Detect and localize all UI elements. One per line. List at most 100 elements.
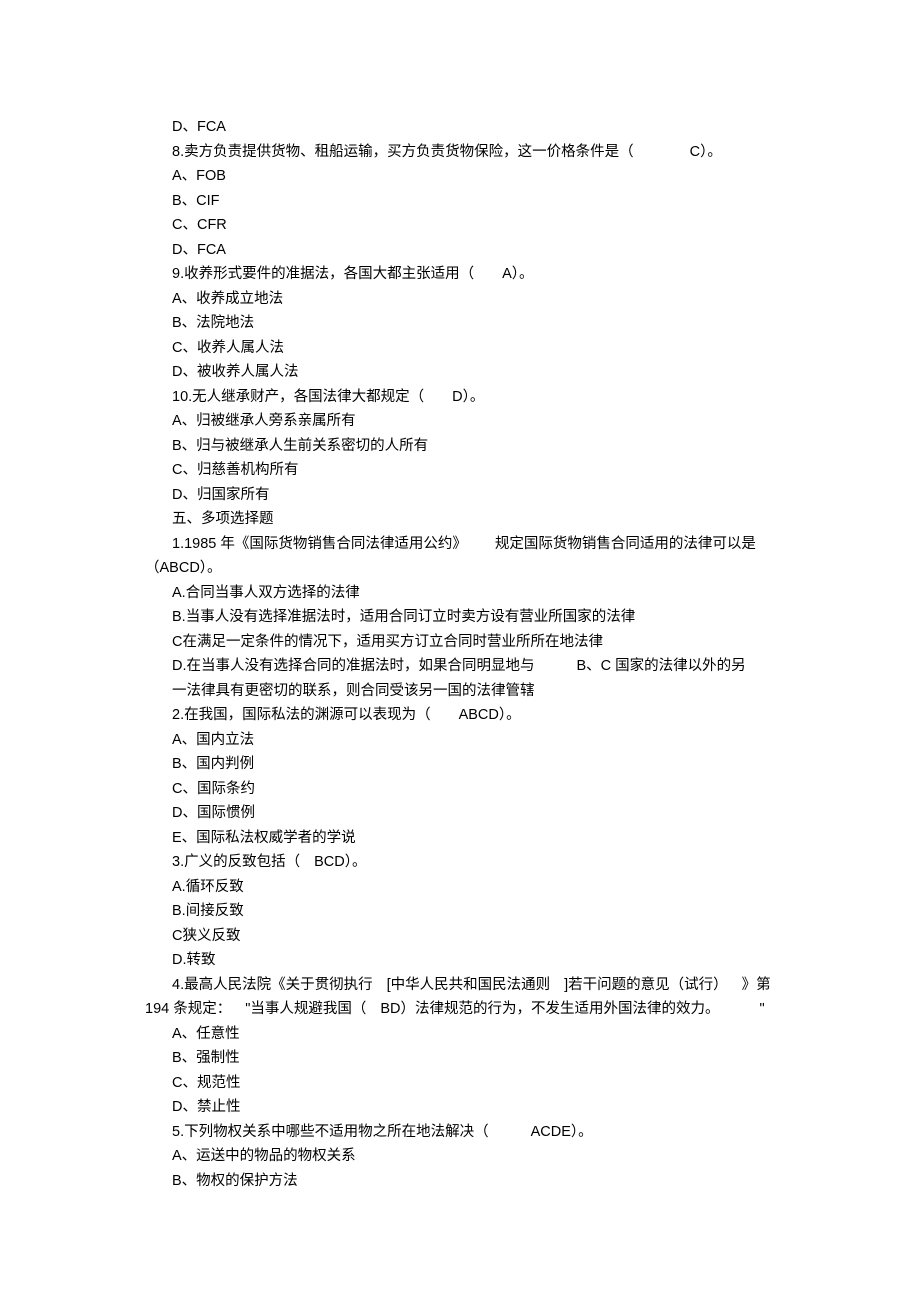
- text-segment: ]若干问题的意见（试行）: [564, 977, 728, 993]
- text-line: A.合同当事人双方选择的法律: [0, 581, 920, 606]
- text-line: B、CIF: [0, 189, 920, 214]
- text-segment: 4.最高人民法院《关于贯彻执行: [172, 977, 373, 993]
- text-line: C、规范性: [0, 1071, 920, 1096]
- text-segment: B、物权的保护方法: [172, 1173, 298, 1189]
- text-segment: 1.1985 年《国际货物销售合同法律适用公约》: [172, 536, 467, 552]
- text-line: C狭义反致: [0, 924, 920, 949]
- text-segment: "当事人规避我国（: [245, 1001, 366, 1017]
- text-segment: 5.下列物权关系中哪些不适用物之所在地法解决（: [172, 1124, 489, 1140]
- text-segment: B.间接反致: [172, 903, 244, 919]
- text-segment: D、禁止性: [172, 1099, 240, 1115]
- text-line: C、归慈善机构所有: [0, 458, 920, 483]
- text-segment: D、归国家所有: [172, 487, 269, 503]
- text-segment: C、CFR: [172, 217, 227, 233]
- text-segment: B.当事人没有选择准据法时，适用合同订立时卖方设有营业所国家的法律: [172, 609, 635, 625]
- text-line: C、CFR: [0, 213, 920, 238]
- text-segment: ": [760, 1001, 765, 1017]
- text-line: 194 条规定： "当事人规避我国（ BD）法律规范的行为，不发生适用外国法律的效力…: [0, 997, 920, 1022]
- text-segment: D、国际惯例: [172, 805, 255, 821]
- text-line: D、国际惯例: [0, 801, 920, 826]
- text-segment: B、C 国家的法律以外的另: [577, 658, 746, 674]
- text-line: C、国际条约: [0, 777, 920, 802]
- text-line: A、收养成立地法: [0, 287, 920, 312]
- text-line: （ABCD）。: [0, 556, 920, 581]
- text-segment: 一法律具有更密切的联系，则合同受该另一国的法律管辖: [172, 683, 535, 699]
- text-line: A.循环反致: [0, 875, 920, 900]
- text-line: A、归被继承人旁系亲属所有: [0, 409, 920, 434]
- text-segment: C、国际条约: [172, 781, 255, 797]
- text-segment: A、收养成立地法: [172, 291, 283, 307]
- text-line: A、运送中的物品的物权关系: [0, 1144, 920, 1169]
- text-segment: D.在当事人没有选择合同的准据法时，如果合同明显地与: [172, 658, 535, 674]
- text-segment: A、运送中的物品的物权关系: [172, 1148, 356, 1164]
- text-segment: E、国际私法权威学者的学说: [172, 830, 356, 846]
- text-segment: 194 条规定：: [145, 1001, 231, 1017]
- text-line: B、物权的保护方法: [0, 1169, 920, 1194]
- text-segment: 》第: [742, 977, 771, 993]
- text-segment: C、规范性: [172, 1075, 240, 1091]
- text-line: C、收养人属人法: [0, 336, 920, 361]
- text-segment: D.转致: [172, 952, 216, 968]
- text-segment: 规定国际货物销售合同适用的法律可以是: [495, 536, 756, 552]
- text-segment: C）。: [690, 144, 722, 160]
- text-line: 一法律具有更密切的联系，则合同受该另一国的法律管辖: [0, 679, 920, 704]
- text-segment: 8.卖方负责提供货物、租船运输，买方负责货物保险，这一价格条件是（: [172, 144, 634, 160]
- text-segment: D、被收养人属人法: [172, 364, 298, 380]
- text-line: 1.1985 年《国际货物销售合同法律适用公约》 规定国际货物销售合同适用的法律可…: [0, 532, 920, 557]
- text-segment: A、国内立法: [172, 732, 254, 748]
- text-line: A、任意性: [0, 1022, 920, 1047]
- text-segment: 10.无人继承财产，各国法律大都规定（: [172, 389, 424, 405]
- text-line: 2.在我国，国际私法的渊源可以表现为（ ABCD）。: [0, 703, 920, 728]
- text-segment: ACDE）。: [531, 1124, 593, 1140]
- text-line: B、国内判例: [0, 752, 920, 777]
- text-line: 4.最高人民法院《关于贯彻执行 [中华人民共和国民法通则 ]若干问题的意见（试行） 》…: [0, 973, 920, 998]
- text-segment: C在满足一定条件的情况下，适用买方订立合同时营业所所在地法律: [172, 634, 603, 650]
- text-line: A、FOB: [0, 164, 920, 189]
- text-line: B.间接反致: [0, 899, 920, 924]
- text-segment: A、归被继承人旁系亲属所有: [172, 413, 356, 429]
- text-line: D、被收养人属人法: [0, 360, 920, 385]
- text-segment: C、收养人属人法: [172, 340, 284, 356]
- text-line: E、国际私法权威学者的学说: [0, 826, 920, 851]
- text-line: B.当事人没有选择准据法时，适用合同订立时卖方设有营业所国家的法律: [0, 605, 920, 630]
- text-line: B、强制性: [0, 1046, 920, 1071]
- text-segment: A）。: [502, 266, 533, 282]
- text-segment: A、任意性: [172, 1026, 240, 1042]
- text-segment: A.循环反致: [172, 879, 244, 895]
- text-segment: B、法院地法: [172, 315, 254, 331]
- text-segment: 3.广义的反致包括（: [172, 854, 300, 870]
- text-segment: C狭义反致: [172, 928, 240, 944]
- text-segment: A.合同当事人双方选择的法律: [172, 585, 360, 601]
- text-segment: D、FCA: [172, 242, 226, 258]
- text-segment: D、FCA: [172, 119, 226, 135]
- text-segment: D）。: [452, 389, 484, 405]
- text-segment: [中华人民共和国民法通则: [387, 977, 551, 993]
- text-segment: B、CIF: [172, 193, 220, 209]
- text-segment: 9.收养形式要件的准据法，各国大都主张适用（: [172, 266, 474, 282]
- text-line: D、FCA: [0, 115, 920, 140]
- text-segment: BD）法律规范的行为，不发生适用外国法律的效力。: [380, 1001, 719, 1017]
- text-segment: 五、多项选择题: [172, 511, 274, 527]
- text-line: 8.卖方负责提供货物、租船运输，买方负责货物保险，这一价格条件是（ C）。: [0, 140, 920, 165]
- text-segment: B、强制性: [172, 1050, 240, 1066]
- text-segment: ABCD）。: [459, 707, 521, 723]
- document-page: D、FCA 8.卖方负责提供货物、租船运输，买方负责货物保险，这一价格条件是（ C）…: [0, 0, 920, 1303]
- text-segment: C、归慈善机构所有: [172, 462, 298, 478]
- text-line: 3.广义的反致包括（ BCD）。: [0, 850, 920, 875]
- text-line: D.在当事人没有选择合同的准据法时，如果合同明显地与 B、C 国家的法律以外的另: [0, 654, 920, 679]
- text-segment: A、FOB: [172, 168, 226, 184]
- text-line: A、国内立法: [0, 728, 920, 753]
- text-line: D、归国家所有: [0, 483, 920, 508]
- text-line: D、FCA: [0, 238, 920, 263]
- text-segment: （ABCD）。: [145, 560, 222, 576]
- text-line: D、禁止性: [0, 1095, 920, 1120]
- text-segment: B、国内判例: [172, 756, 254, 772]
- text-line: 9.收养形式要件的准据法，各国大都主张适用（ A）。: [0, 262, 920, 287]
- text-line: 10.无人继承财产，各国法律大都规定（ D）。: [0, 385, 920, 410]
- text-line: 5.下列物权关系中哪些不适用物之所在地法解决（ ACDE）。: [0, 1120, 920, 1145]
- text-line: B、归与被继承人生前关系密切的人所有: [0, 434, 920, 459]
- text-line: D.转致: [0, 948, 920, 973]
- text-segment: BCD）。: [314, 854, 366, 870]
- text-segment: 2.在我国，国际私法的渊源可以表现为（: [172, 707, 431, 723]
- text-line: C在满足一定条件的情况下，适用买方订立合同时营业所所在地法律: [0, 630, 920, 655]
